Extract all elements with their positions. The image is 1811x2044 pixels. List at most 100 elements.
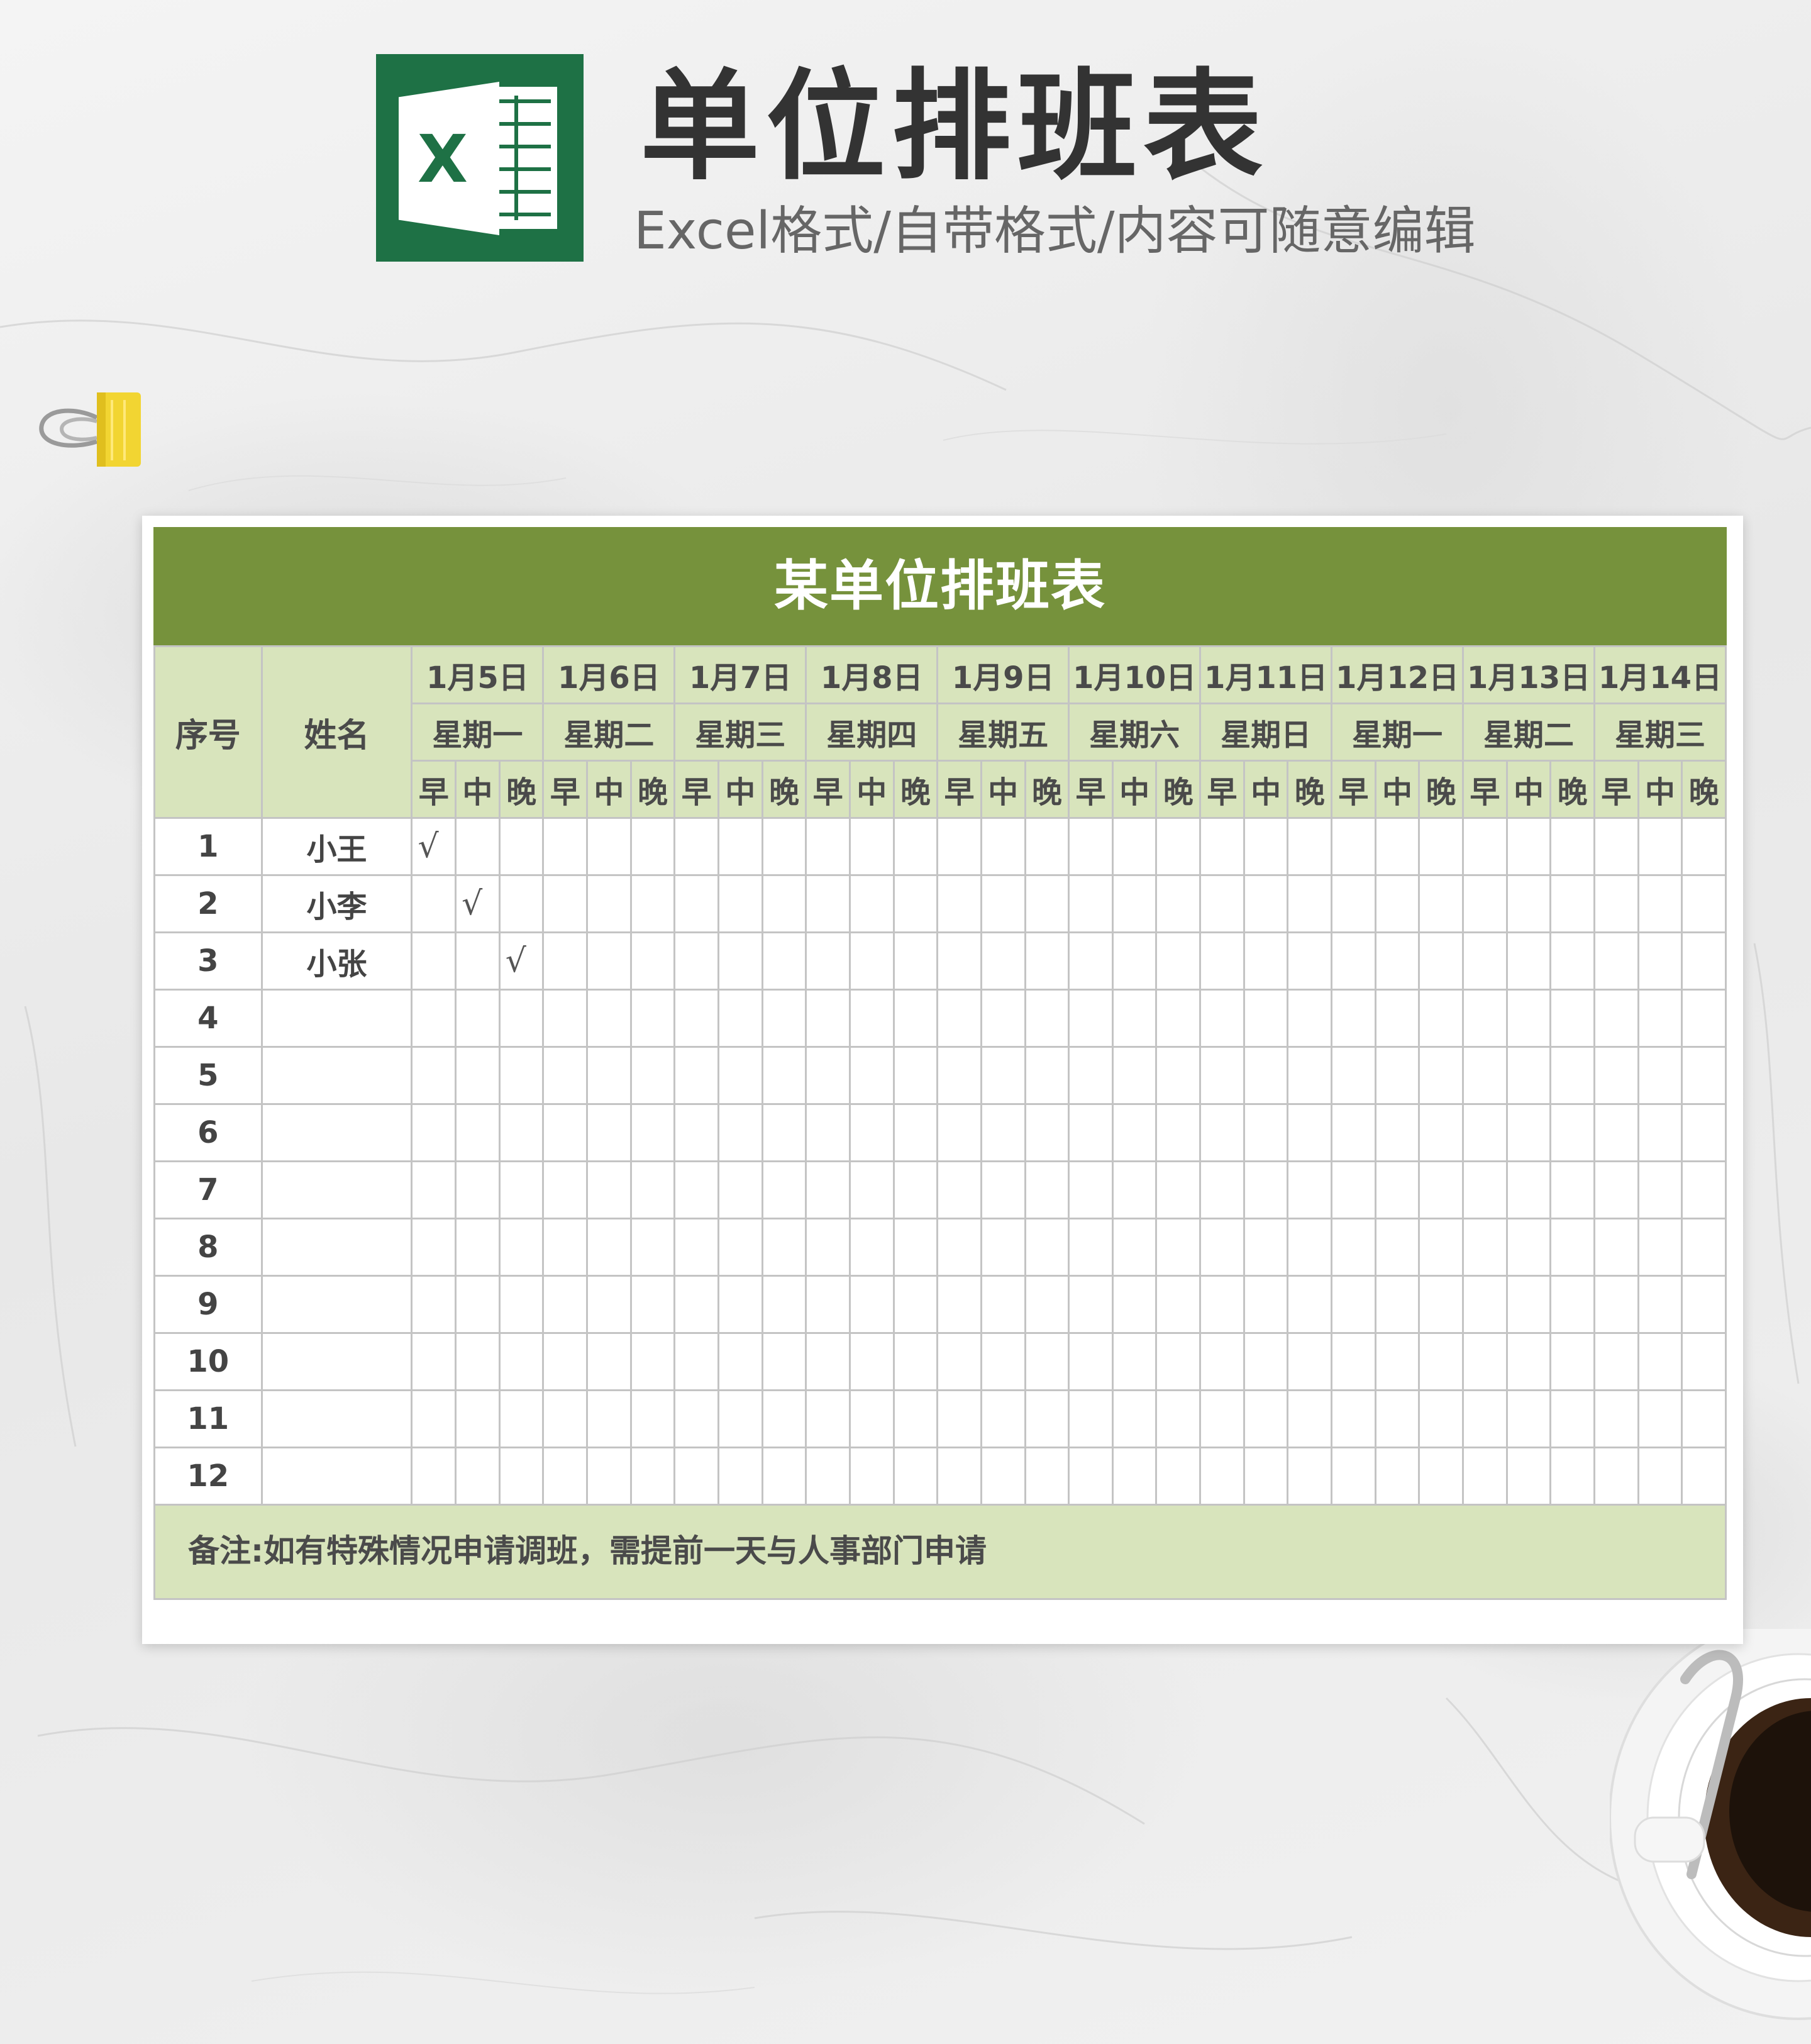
shift-cell[interactable] bbox=[717, 1046, 763, 1105]
shift-cell[interactable] bbox=[936, 817, 982, 876]
shift-cell[interactable] bbox=[498, 1218, 545, 1277]
shift-cell[interactable] bbox=[1637, 1103, 1683, 1162]
shift-cell[interactable] bbox=[761, 989, 807, 1048]
shift-cell[interactable] bbox=[1505, 1103, 1552, 1162]
shift-cell[interactable] bbox=[411, 1046, 457, 1105]
shift-cell[interactable] bbox=[1681, 1160, 1727, 1219]
shift-cell[interactable] bbox=[1462, 1160, 1508, 1219]
shift-cell[interactable] bbox=[1549, 817, 1595, 876]
shift-cell[interactable] bbox=[1068, 1447, 1114, 1506]
shift-cell[interactable] bbox=[1024, 931, 1070, 991]
shift-cell[interactable] bbox=[1374, 1389, 1421, 1448]
shift-cell[interactable] bbox=[1418, 1046, 1465, 1105]
shift-cell[interactable] bbox=[1243, 931, 1289, 991]
shift-cell[interactable] bbox=[1199, 1275, 1245, 1334]
shift-cell[interactable] bbox=[542, 1218, 589, 1277]
shift-cell[interactable] bbox=[936, 1332, 982, 1391]
shift-cell[interactable] bbox=[1155, 1160, 1202, 1219]
shift-cell[interactable] bbox=[1331, 1332, 1376, 1391]
shift-cell[interactable] bbox=[1505, 1275, 1552, 1334]
shift-cell[interactable] bbox=[586, 874, 632, 933]
shift-cell[interactable] bbox=[936, 1046, 982, 1105]
shift-cell[interactable] bbox=[717, 1218, 763, 1277]
shift-cell[interactable] bbox=[411, 931, 457, 991]
shift-cell[interactable] bbox=[455, 1218, 501, 1277]
shift-cell[interactable] bbox=[1374, 817, 1421, 876]
shift-cell[interactable] bbox=[1637, 1332, 1683, 1391]
shift-cell[interactable] bbox=[1243, 1275, 1289, 1334]
shift-cell[interactable] bbox=[1331, 931, 1376, 991]
shift-cell[interactable] bbox=[1287, 1332, 1333, 1391]
shift-cell[interactable] bbox=[1243, 989, 1289, 1048]
shift-cell[interactable] bbox=[1287, 1103, 1333, 1162]
shift-cell[interactable] bbox=[1331, 1046, 1376, 1105]
shift-cell[interactable] bbox=[673, 1046, 719, 1105]
shift-cell[interactable] bbox=[936, 874, 982, 933]
shift-cell[interactable] bbox=[498, 1447, 545, 1506]
shift-cell[interactable] bbox=[629, 1447, 676, 1506]
shift-cell[interactable] bbox=[1111, 1275, 1158, 1334]
shift-cell[interactable] bbox=[542, 931, 589, 991]
shift-cell[interactable] bbox=[805, 1389, 851, 1448]
shift-cell[interactable] bbox=[1637, 989, 1683, 1048]
shift-cell[interactable] bbox=[1462, 1389, 1508, 1448]
shift-cell[interactable] bbox=[1374, 931, 1421, 991]
shift-cell[interactable] bbox=[542, 1160, 589, 1219]
shift-cell[interactable] bbox=[1681, 1046, 1727, 1105]
shift-cell[interactable] bbox=[1155, 1389, 1202, 1448]
shift-cell[interactable] bbox=[1462, 931, 1508, 991]
shift-cell[interactable] bbox=[1243, 1218, 1289, 1277]
shift-cell[interactable] bbox=[1068, 1103, 1114, 1162]
shift-cell[interactable] bbox=[892, 874, 939, 933]
shift-cell[interactable] bbox=[1681, 1332, 1727, 1391]
shift-cell[interactable] bbox=[805, 1218, 851, 1277]
cell-seq[interactable]: 10 bbox=[153, 1332, 263, 1391]
shift-cell[interactable] bbox=[1593, 931, 1639, 991]
shift-cell[interactable] bbox=[761, 1218, 807, 1277]
cell-name[interactable]: 小王 bbox=[260, 817, 413, 876]
shift-cell[interactable] bbox=[1637, 1447, 1683, 1506]
shift-cell[interactable] bbox=[805, 817, 851, 876]
shift-cell[interactable] bbox=[980, 1218, 1026, 1277]
shift-cell[interactable] bbox=[1199, 1160, 1245, 1219]
shift-cell[interactable] bbox=[673, 1103, 719, 1162]
shift-cell[interactable] bbox=[980, 1332, 1026, 1391]
shift-cell[interactable] bbox=[1287, 817, 1333, 876]
shift-cell[interactable] bbox=[1593, 1218, 1639, 1277]
shift-cell[interactable] bbox=[1418, 1332, 1465, 1391]
shift-cell[interactable] bbox=[1637, 1389, 1683, 1448]
shift-cell[interactable] bbox=[1287, 1218, 1333, 1277]
shift-cell[interactable] bbox=[848, 1046, 895, 1105]
shift-cell[interactable] bbox=[980, 1046, 1026, 1105]
shift-cell[interactable] bbox=[1549, 874, 1595, 933]
shift-cell[interactable] bbox=[936, 1389, 982, 1448]
shift-cell[interactable] bbox=[673, 1332, 719, 1391]
shift-cell[interactable] bbox=[1681, 1103, 1727, 1162]
shift-cell[interactable] bbox=[1462, 1103, 1508, 1162]
shift-cell[interactable] bbox=[1549, 989, 1595, 1048]
shift-cell[interactable] bbox=[629, 1160, 676, 1219]
shift-cell[interactable] bbox=[1155, 931, 1202, 991]
shift-cell[interactable] bbox=[980, 1160, 1026, 1219]
cell-name[interactable]: 小张 bbox=[260, 931, 413, 991]
shift-cell[interactable] bbox=[1418, 874, 1465, 933]
shift-cell[interactable] bbox=[1593, 1046, 1639, 1105]
shift-cell[interactable] bbox=[1111, 989, 1158, 1048]
shift-cell[interactable] bbox=[411, 1218, 457, 1277]
shift-cell[interactable] bbox=[455, 817, 501, 876]
shift-cell[interactable] bbox=[936, 1447, 982, 1506]
shift-cell[interactable] bbox=[1505, 1160, 1552, 1219]
shift-cell[interactable] bbox=[629, 1103, 676, 1162]
shift-cell[interactable] bbox=[980, 1103, 1026, 1162]
shift-cell[interactable] bbox=[1637, 1275, 1683, 1334]
shift-cell[interactable] bbox=[455, 1046, 501, 1105]
shift-cell[interactable] bbox=[1155, 874, 1202, 933]
shift-cell[interactable] bbox=[1505, 874, 1552, 933]
shift-cell[interactable] bbox=[848, 817, 895, 876]
shift-cell[interactable] bbox=[542, 874, 589, 933]
shift-cell[interactable] bbox=[1418, 1275, 1465, 1334]
shift-cell[interactable] bbox=[805, 1332, 851, 1391]
shift-cell[interactable] bbox=[1681, 1447, 1727, 1506]
shift-cell[interactable] bbox=[586, 1275, 632, 1334]
shift-cell[interactable] bbox=[1199, 817, 1245, 876]
